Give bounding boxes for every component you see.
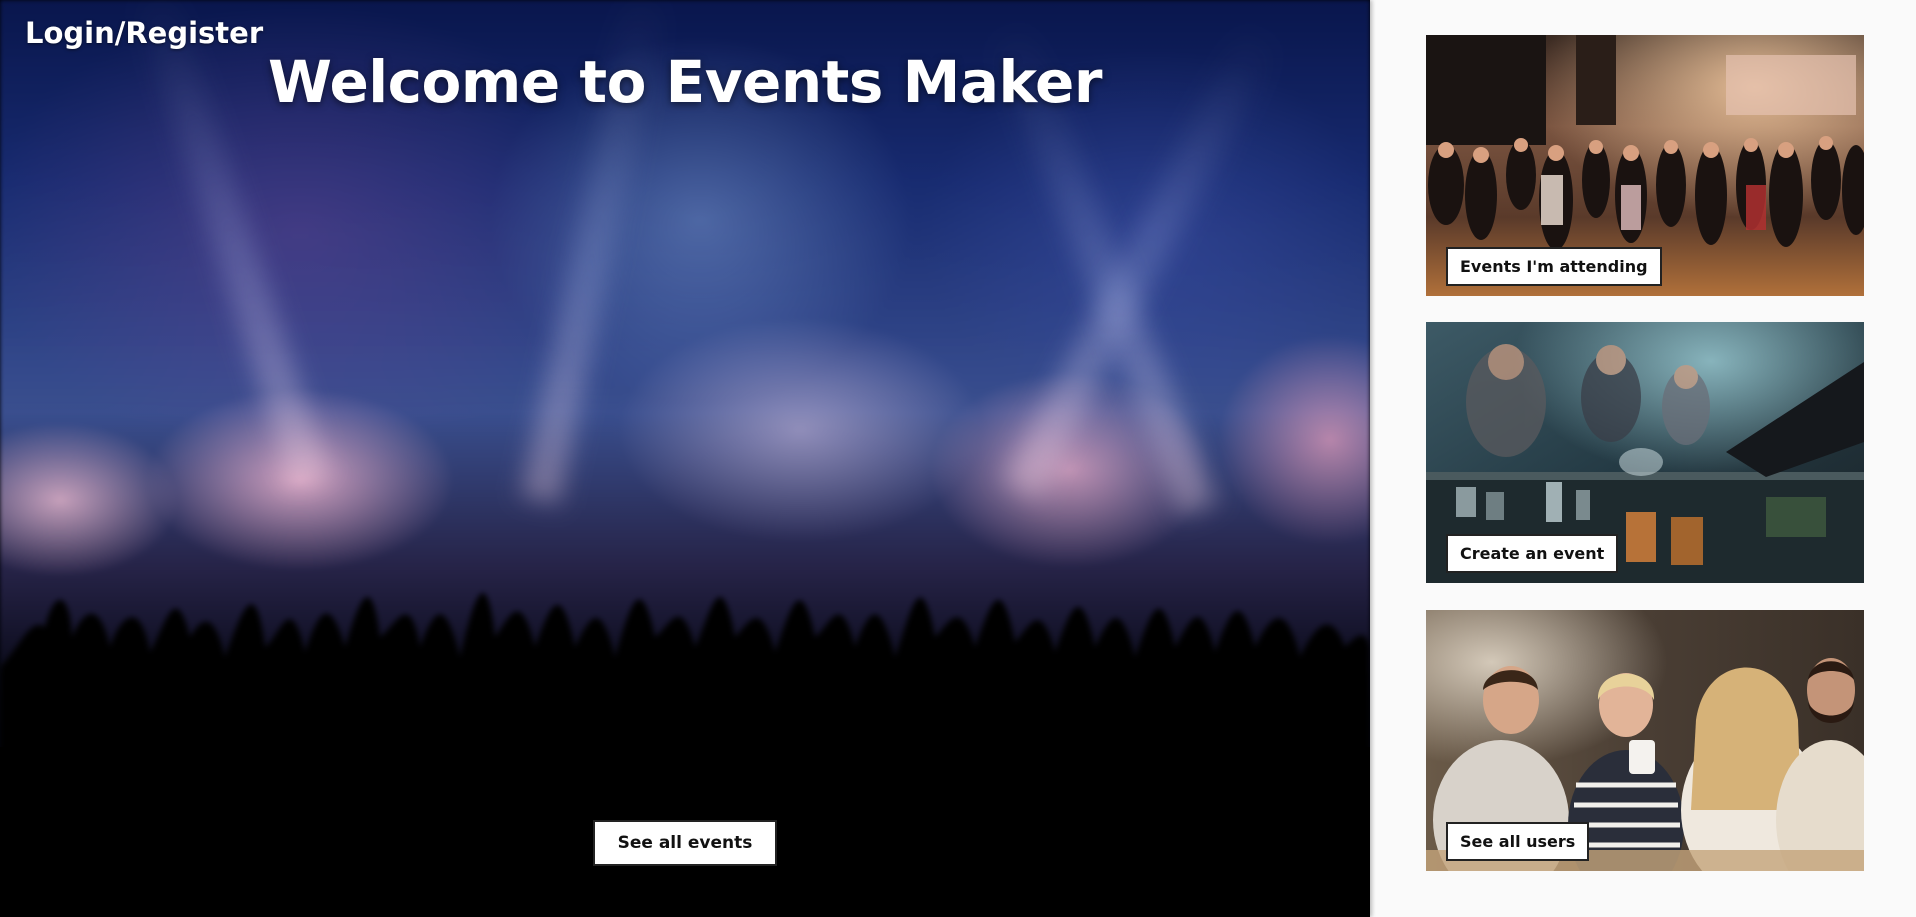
see-all-users-label[interactable]: See all users	[1446, 822, 1590, 861]
see-all-events-button[interactable]: See all events	[593, 820, 777, 866]
create-event-label[interactable]: Create an event	[1446, 534, 1619, 573]
login-register-link[interactable]: Login/Register	[25, 16, 263, 50]
hero-overlay	[0, 0, 1370, 917]
events-attending-card[interactable]: Events I'm attending	[1426, 35, 1864, 296]
hero-banner: Login/Register Welcome to Events Maker S…	[0, 0, 1370, 917]
see-all-users-card[interactable]: See all users	[1426, 610, 1864, 871]
events-attending-label[interactable]: Events I'm attending	[1446, 247, 1662, 286]
create-event-card[interactable]: Create an event	[1426, 322, 1864, 583]
page-title: Welcome to Events Maker	[268, 48, 1102, 116]
